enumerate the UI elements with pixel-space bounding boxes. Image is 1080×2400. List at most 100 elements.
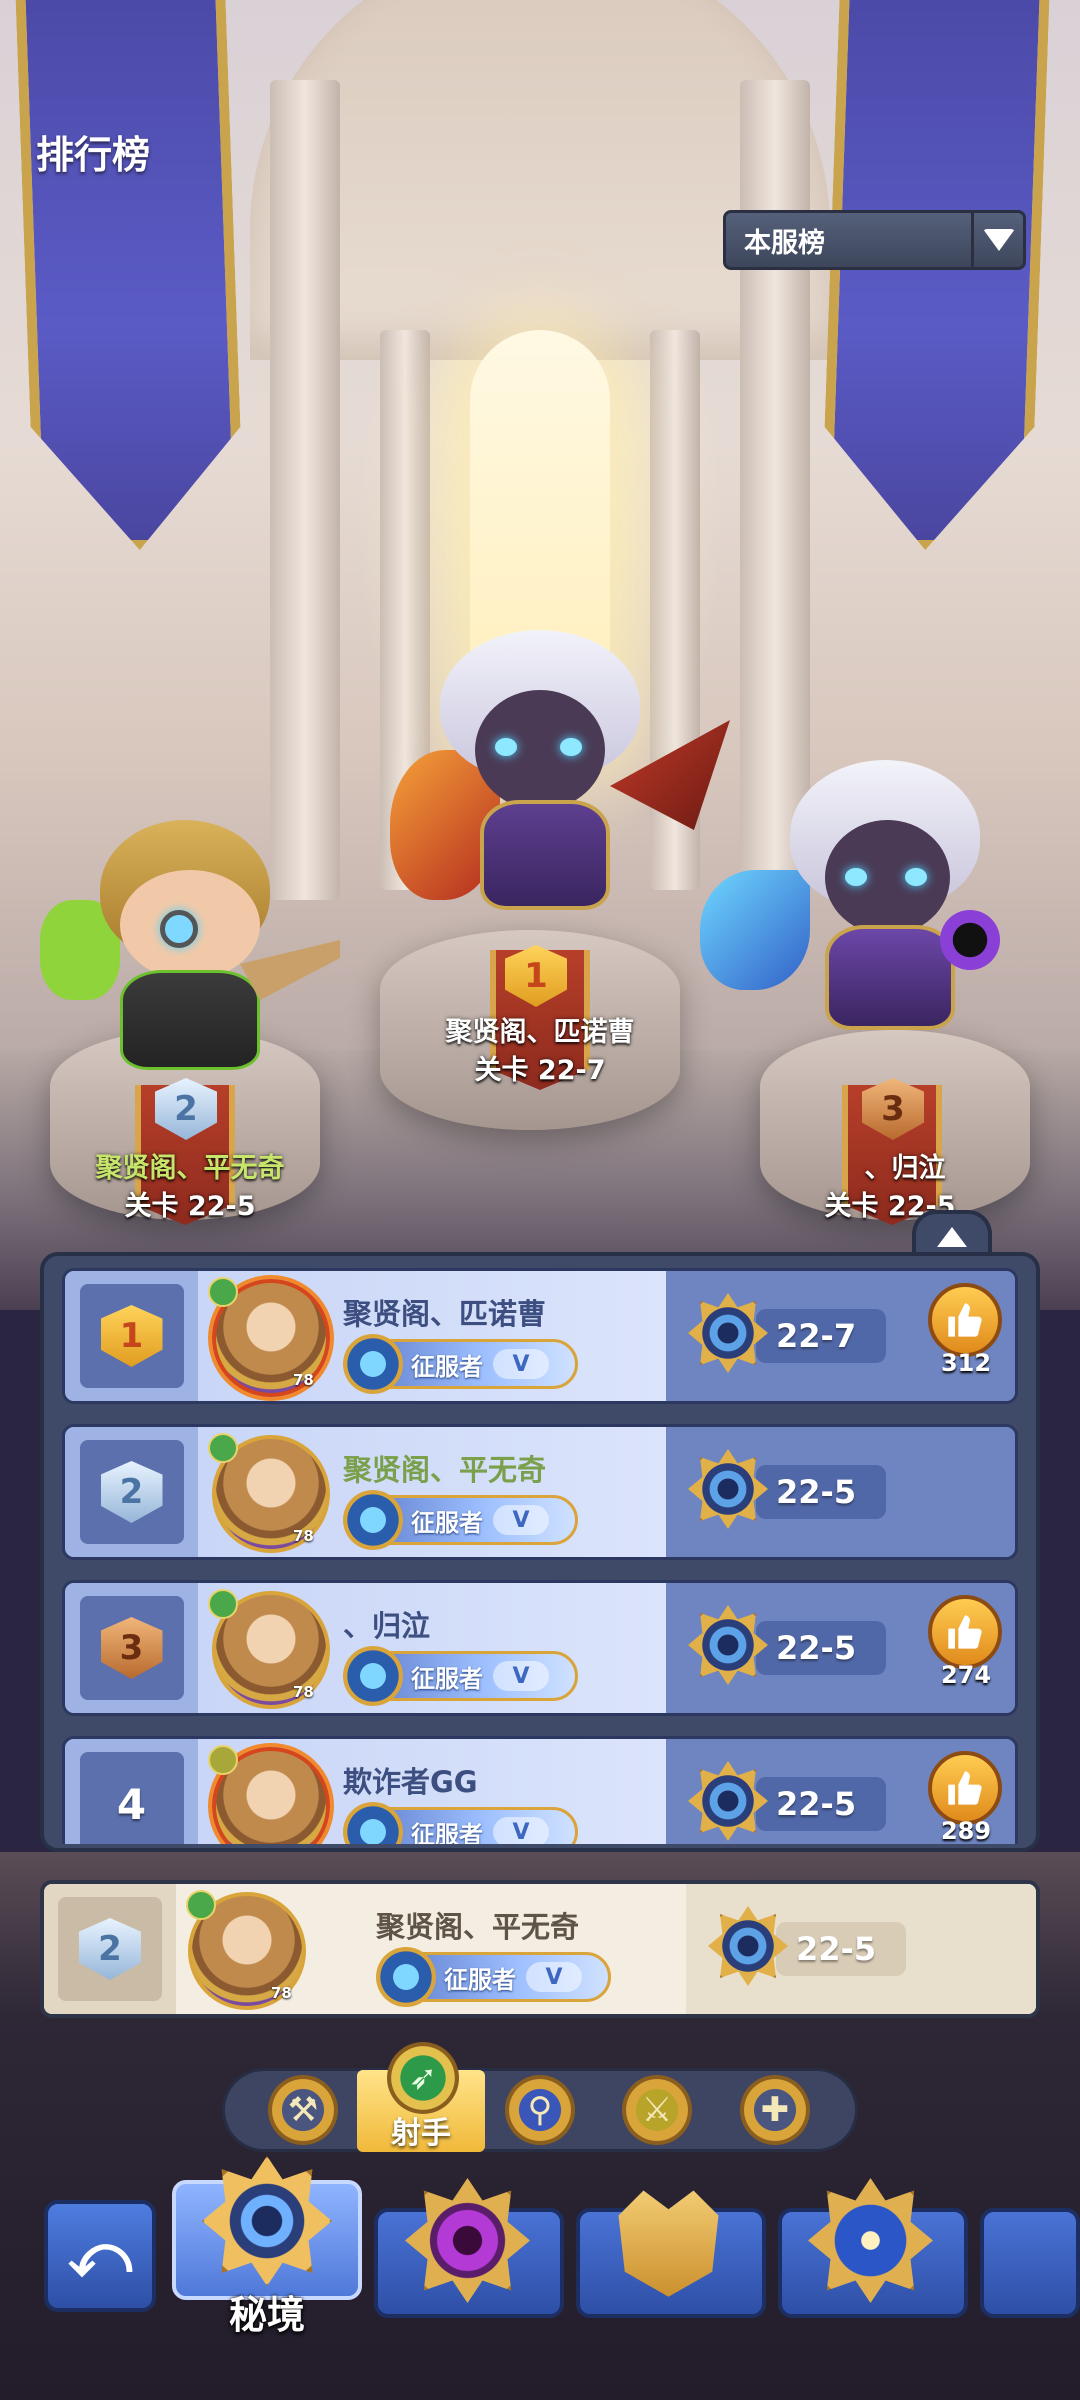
leaderboard-row[interactable]: 4 欺诈者GG 征服者 V 22-5 289 bbox=[62, 1736, 1018, 1844]
stage-cell: 22-5 bbox=[666, 1427, 1015, 1557]
ice-gauntlet bbox=[700, 870, 810, 990]
eye bbox=[905, 868, 927, 886]
leaderboard-list[interactable]: 1 78 聚贤阁、匹诺曹 征服者 V 22-7 312 2 78 聚贤阁、平无奇… bbox=[62, 1268, 1018, 1844]
title-text: 征服者 bbox=[411, 1664, 483, 1693]
player-name: 聚贤阁、平无奇 bbox=[376, 1910, 580, 1944]
crossbow bbox=[240, 940, 340, 1000]
rank-badge-bronze: 3 bbox=[100, 1617, 163, 1679]
nav-tab-5[interactable] bbox=[980, 2208, 1080, 2318]
class-mini-icon bbox=[208, 1277, 238, 1307]
back-arrow-icon: ⤺ bbox=[67, 2221, 133, 2291]
player-name: 、归泣 bbox=[343, 1609, 431, 1643]
like-button[interactable]: 289 bbox=[928, 1751, 1004, 1844]
chevron-down-icon bbox=[971, 213, 1023, 267]
blade-class-icon[interactable]: ⚔ bbox=[622, 2075, 692, 2145]
title-emblem-icon bbox=[343, 1490, 403, 1550]
title-badge: 征服者 V bbox=[343, 1646, 578, 1706]
stage-value: 22-7 bbox=[756, 1309, 886, 1363]
rank-number: 4 bbox=[116, 1779, 147, 1829]
player-info: 78 、归泣 征服者 V bbox=[198, 1583, 666, 1713]
hall-background: 1 聚贤阁、匹诺曹 关卡 22-7 2 聚贤阁、平无奇 关卡 22-5 3 、归… bbox=[0, 0, 1080, 1310]
title-tier: V bbox=[493, 1817, 549, 1844]
helmet-face bbox=[475, 690, 605, 810]
helmet-face bbox=[825, 820, 950, 935]
podium-name-third: 、归泣 bbox=[864, 1153, 946, 1184]
stage-cell: 22-5 bbox=[686, 1884, 1036, 2014]
nav-label-active: 秘境 bbox=[228, 2293, 305, 2337]
thumbs-up-icon bbox=[928, 1595, 1002, 1669]
stage-value: 22-5 bbox=[756, 1465, 886, 1519]
avatar-level: 78 bbox=[293, 1527, 314, 1545]
leaderboard-row[interactable]: 1 78 聚贤阁、匹诺曹 征服者 V 22-7 312 bbox=[62, 1268, 1018, 1404]
like-count: 312 bbox=[940, 1349, 992, 1377]
avatar-level: 78 bbox=[293, 1683, 314, 1701]
leaderboard-row[interactable]: 2 78 聚贤阁、平无奇 征服者 V 22-5 bbox=[62, 1424, 1018, 1560]
class-mini-icon bbox=[208, 1745, 238, 1775]
stage-cell: 22-5 274 bbox=[666, 1583, 1015, 1713]
character-first-place[interactable] bbox=[380, 630, 730, 950]
podium-name-second: 聚贤阁、平无奇 bbox=[95, 1153, 285, 1184]
title-badge: 征服者 V bbox=[343, 1490, 578, 1550]
stage-value: 22-5 bbox=[756, 1621, 886, 1675]
stage-emblem-icon bbox=[688, 1293, 768, 1373]
like-count: 289 bbox=[940, 1817, 992, 1844]
stage-emblem-icon bbox=[708, 1906, 788, 1986]
page-title: 排行榜 bbox=[36, 133, 151, 177]
my-rank-row[interactable]: 2 78 聚贤阁、平无奇 征服者 V 22-5 bbox=[40, 1880, 1040, 2018]
title-text: 征服者 bbox=[411, 1352, 483, 1381]
rank-cell: 3 bbox=[65, 1583, 198, 1713]
title-emblem-icon bbox=[343, 1334, 403, 1394]
player-name: 聚贤阁、平无奇 bbox=[343, 1453, 547, 1487]
stage-emblem-icon bbox=[688, 1449, 768, 1529]
rank-cell: 2 bbox=[65, 1427, 198, 1557]
player-info: 78 聚贤阁、匹诺曹 征服者 V bbox=[198, 1271, 666, 1401]
armor-body bbox=[480, 800, 610, 910]
like-button[interactable]: 312 bbox=[928, 1283, 1004, 1393]
podium-name-first: 聚贤阁、匹诺曹 bbox=[445, 1017, 635, 1048]
eye bbox=[845, 868, 867, 886]
rank-cell: 2 bbox=[44, 1884, 176, 2014]
avatar-level: 78 bbox=[293, 1371, 314, 1389]
priest-class-icon[interactable]: ✚ bbox=[740, 2075, 810, 2145]
thumbs-up-icon bbox=[928, 1751, 1002, 1825]
title-badge: 征服者 V bbox=[343, 1334, 578, 1394]
class-tab-label: 射手 bbox=[391, 2116, 451, 2151]
title-text: 征服者 bbox=[444, 1965, 516, 1994]
armor-body bbox=[120, 970, 260, 1070]
title-emblem-icon bbox=[343, 1802, 403, 1844]
title-tier: V bbox=[493, 1661, 549, 1691]
armor-body bbox=[825, 925, 955, 1030]
like-count: 274 bbox=[940, 1661, 992, 1689]
thumbs-up-icon bbox=[928, 1283, 1002, 1357]
archer-class-icon[interactable]: ➶ bbox=[387, 2042, 459, 2114]
right-banner bbox=[820, 0, 1050, 550]
avatar-level: 78 bbox=[271, 1984, 292, 2002]
leaderboard-row[interactable]: 3 78 、归泣 征服者 V 22-5 274 bbox=[62, 1580, 1018, 1716]
mage-class-icon[interactable]: ⚲ bbox=[505, 2075, 575, 2145]
rank-badge-silver: 2 bbox=[79, 1918, 141, 1980]
rank-cell: 1 bbox=[65, 1271, 198, 1401]
stage-emblem-icon bbox=[688, 1605, 768, 1685]
server-filter-dropdown[interactable]: 本服榜 bbox=[723, 210, 1026, 270]
title-tier: V bbox=[526, 1962, 582, 1992]
like-button[interactable]: 274 bbox=[928, 1595, 1004, 1705]
title-text: 征服者 bbox=[411, 1820, 483, 1845]
player-info: 78 聚贤阁、平无奇 征服者 V bbox=[176, 1884, 686, 2014]
rank-cell: 4 bbox=[65, 1739, 198, 1844]
stage-emblem-icon bbox=[688, 1761, 768, 1841]
player-info: 欺诈者GG 征服者 V bbox=[198, 1739, 666, 1844]
player-name: 聚贤阁、匹诺曹 bbox=[343, 1297, 547, 1331]
podium-stage-third: 关卡 22-5 bbox=[824, 1191, 956, 1222]
eye bbox=[495, 738, 517, 756]
void-orb bbox=[940, 910, 1000, 970]
pillar bbox=[270, 80, 340, 900]
character-third-place[interactable] bbox=[700, 760, 1060, 1060]
character-second-place[interactable] bbox=[40, 810, 340, 1100]
podium-stage-first: 关卡 22-7 bbox=[474, 1055, 606, 1086]
back-button[interactable]: ⤺ bbox=[44, 2200, 156, 2312]
podium-stage-second: 关卡 22-5 bbox=[124, 1191, 256, 1222]
rank-badge-gold: 1 bbox=[100, 1305, 163, 1367]
player-info: 78 聚贤阁、平无奇 征服者 V bbox=[198, 1427, 666, 1557]
axe-class-icon[interactable]: ⚒ bbox=[268, 2075, 338, 2145]
stage-value: 22-5 bbox=[756, 1777, 886, 1831]
